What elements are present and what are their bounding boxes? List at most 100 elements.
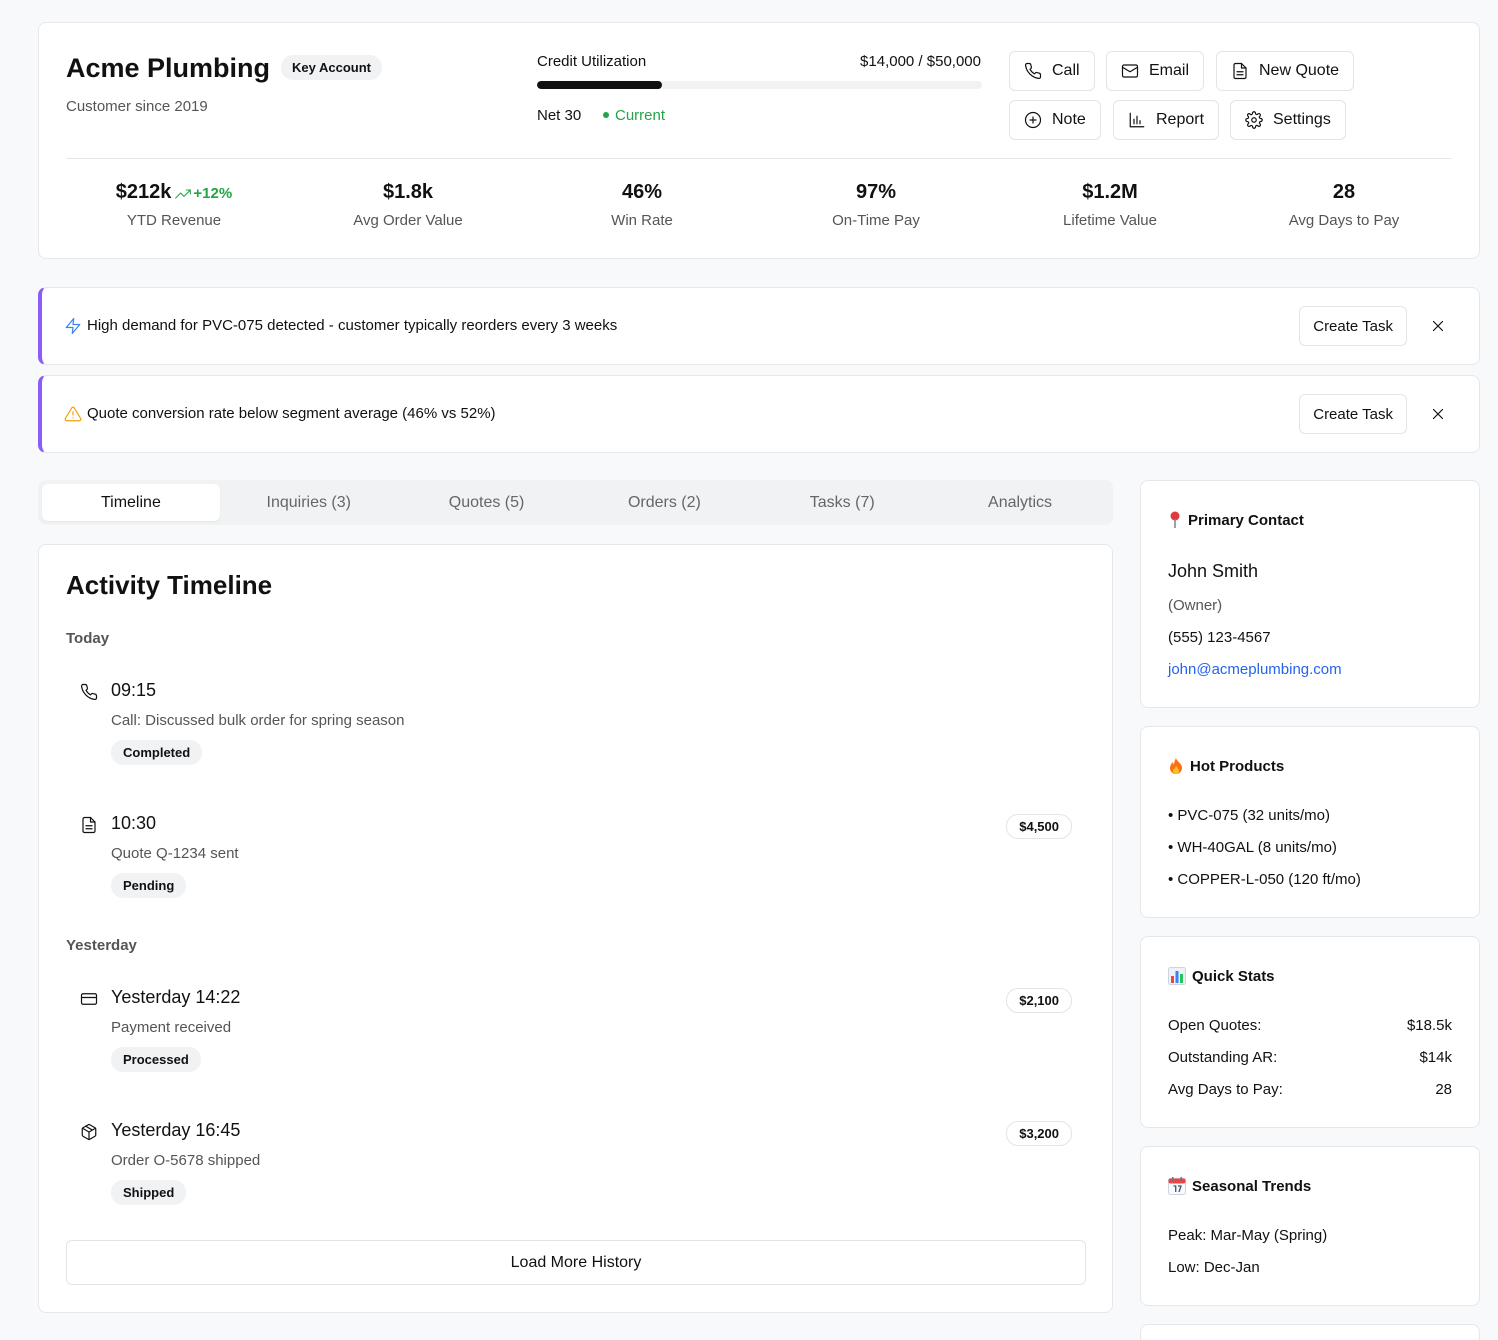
trend-value: +12% [193,185,233,202]
contact-phone[interactable]: (555) 123-4567 [1168,629,1271,646]
create-task-button[interactable]: Create Task [1299,394,1407,434]
metric-value: $1.2M [1082,181,1138,203]
tab-orders[interactable]: Orders (2) [575,484,753,521]
card-title: Primary Contact [1188,511,1304,529]
settings-button[interactable]: Settings [1230,100,1346,140]
metric-value: $1.8k [382,181,434,203]
seasonal-low: Low: Dec-Jan [1168,1259,1260,1276]
page-title: Activity Timeline [66,570,273,600]
status-badge: Completed [111,740,203,765]
card-title: Hot Products [1190,757,1285,775]
event-time: Yesterday 16:45 [111,1120,241,1140]
calendar-icon [1168,1177,1186,1195]
amount-badge: $2,100 [1006,988,1072,1013]
metric-label: Avg Days to Pay [1288,212,1400,229]
metric-on-time-pay: 97% On-Time Pay [776,181,976,229]
pin-icon [1168,511,1182,529]
tab-tasks[interactable]: Tasks (7) [753,484,931,521]
hot-products-card: Hot Products • PVC-075 (32 units/mo) • W… [1140,726,1480,918]
document-icon [1231,62,1249,80]
call-button[interactable]: Call [1009,51,1095,91]
credit-utilization-fill [537,81,662,89]
stat-value: $18.5k [1406,1017,1452,1034]
load-more-button[interactable]: Load More History [66,1240,1086,1285]
credit-utilization-bar [537,81,982,89]
fire-icon [1168,757,1184,775]
seasonal-peak: Peak: Mar-May (Spring) [1168,1227,1328,1244]
status-badge: Shipped [111,1180,187,1205]
metric-label: Win Rate [611,212,673,229]
metric-label: Avg Order Value [353,212,463,229]
account-header-card: Acme Plumbing Key Account Customer since… [38,22,1480,259]
primary-contact-card: Primary Contact John Smith (Owner) (555)… [1140,480,1480,708]
credit-status: Current [603,107,665,124]
header-divider [66,158,1452,159]
alert-conversion: Quote conversion rate below segment aver… [38,375,1480,453]
trending-up-icon [175,186,192,202]
activity-timeline-card: Activity Timeline Today 09:15 Call: Disc… [38,544,1113,1313]
call-button-label: Call [1052,62,1080,79]
trend-indicator: +12% [175,185,232,202]
credit-status-label: Current [615,107,666,124]
tab-inquiries[interactable]: Inquiries (3) [220,484,398,521]
sidebar-card-partial [1140,1324,1480,1340]
contact-name: John Smith [1168,561,1259,581]
tab-timeline[interactable]: Timeline [42,484,220,521]
stat-label: Outstanding AR: [1168,1049,1278,1066]
tab-bar: Timeline Inquiries (3) Quotes (5) Orders… [38,480,1113,525]
email-button[interactable]: Email [1106,51,1205,91]
event-description: Call: Discussed bulk order for spring se… [111,712,405,729]
metric-avg-order-value: $1.8k Avg Order Value [308,181,508,229]
metric-label: YTD Revenue [126,212,222,229]
card-heading: Primary Contact [1168,511,1304,529]
email-button-label: Email [1149,62,1190,79]
amount-badge: $3,200 [1006,1121,1072,1146]
note-button-label: Note [1052,111,1086,128]
seasonal-trends-card: Seasonal Trends Peak: Mar-May (Spring) L… [1140,1146,1480,1306]
report-button[interactable]: Report [1113,100,1220,140]
day-heading-yesterday: Yesterday [66,937,137,954]
stat-label: Open Quotes: [1168,1017,1262,1034]
status-badge: Pending [111,873,187,898]
credit-utilization-amount: $14,000 / $50,000 [860,53,981,70]
metric-ytd-revenue: $212k +12% YTD Revenue [74,181,274,229]
bar-chart-icon [1128,111,1146,129]
event-description: Payment received [111,1019,232,1036]
timeline-event: Yesterday 16:45 Order O-5678 shipped Shi… [66,1113,1086,1223]
stat-label: Avg Days to Pay: [1168,1081,1283,1098]
day-heading-today: Today [66,630,110,647]
metric-win-rate: 46% Win Rate [542,181,742,229]
list-item: • COPPER-L-050 (120 ft/mo) [1168,871,1361,888]
contact-email-link[interactable]: john@acmeplumbing.com [1168,661,1342,678]
tab-quotes[interactable]: Quotes (5) [398,484,576,521]
lightning-icon [64,317,82,335]
alert-text: Quote conversion rate below segment aver… [87,405,496,422]
close-icon[interactable] [1429,317,1447,335]
document-icon [80,816,98,834]
create-task-button[interactable]: Create Task [1299,306,1407,346]
event-time: 09:15 [111,680,157,700]
phone-icon [1024,62,1042,80]
credit-utilization-label: Credit Utilization [537,53,647,70]
list-item: • PVC-075 (32 units/mo) [1168,807,1330,824]
close-icon[interactable] [1429,405,1447,423]
new-quote-button[interactable]: New Quote [1216,51,1355,91]
metric-value: 46% [621,181,663,203]
metric-value: 97% [855,181,897,203]
credit-card-icon [80,990,98,1008]
stat-value: $14k [1419,1049,1452,1066]
payment-terms: Net 30 [537,107,582,124]
package-icon [80,1123,98,1141]
contact-role: (Owner) [1168,597,1223,614]
tab-analytics[interactable]: Analytics [931,484,1109,521]
stat-value: 28 [1435,1081,1452,1098]
mail-icon [1121,62,1139,80]
timeline-event: 10:30 Quote Q-1234 sent Pending $4,500 [66,806,1086,916]
phone-icon [80,683,98,701]
metric-label: On-Time Pay [832,212,920,229]
report-button-label: Report [1156,111,1205,128]
new-quote-button-label: New Quote [1259,62,1340,79]
metric-value: $212k [115,181,172,203]
note-button[interactable]: Note [1009,100,1101,140]
timeline-event: 09:15 Call: Discussed bulk order for spr… [66,673,1086,783]
